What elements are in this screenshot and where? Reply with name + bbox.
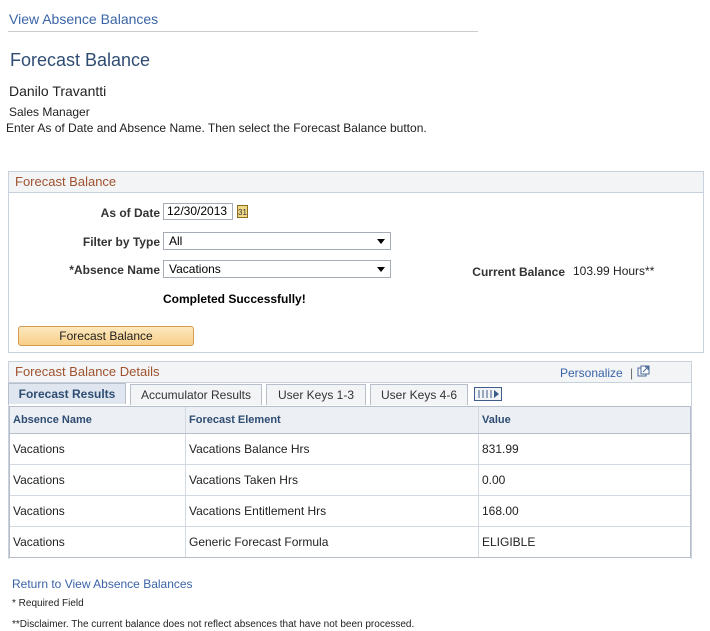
absence-name-value: Vacations xyxy=(169,262,221,276)
forecast-element-cell: Vacations Taken Hrs xyxy=(186,465,479,495)
forecast-element-cell: Vacations Entitlement Hrs xyxy=(186,496,479,526)
table-row: Vacations Vacations Balance Hrs 831.99 xyxy=(10,434,690,465)
column-header-value: Value xyxy=(482,414,511,426)
page-title: Forecast Balance xyxy=(10,50,151,70)
tab-accumulator-results[interactable]: Accumulator Results xyxy=(130,384,262,405)
disclaimer-text: **Disclaimer. The current balance does n… xyxy=(12,619,415,630)
tab-user-keys-4-6[interactable]: User Keys 4-6 xyxy=(370,384,468,405)
forecast-element-cell: Vacations Balance Hrs xyxy=(186,434,479,464)
absence-name-cell: Vacations xyxy=(10,434,186,464)
absence-name-cell: Vacations xyxy=(10,496,186,526)
instructions-text: Enter As of Date and Absence Name. Then … xyxy=(6,121,427,135)
as-of-date-input[interactable] xyxy=(163,203,233,220)
personalize-link[interactable]: Personalize xyxy=(560,366,623,380)
table-row: Vacations Generic Forecast Formula ELIGI… xyxy=(10,527,690,557)
value-cell: 0.00 xyxy=(482,473,506,487)
forecast-element-cell: Generic Forecast Formula xyxy=(186,527,479,557)
as-of-date-label: As of Date xyxy=(100,206,160,220)
column-header-absence-name: Absence Name xyxy=(10,407,186,433)
current-balance-value: 103.99 Hours** xyxy=(573,264,655,278)
forecast-balance-group-header: Forecast Balance xyxy=(9,172,703,193)
filter-by-type-value: All xyxy=(169,234,183,248)
breadcrumb-divider xyxy=(8,31,478,32)
current-balance-label: Current Balance xyxy=(472,265,565,279)
required-field-note: * Required Field xyxy=(12,598,84,609)
breadcrumb-link[interactable]: View Absence Balances xyxy=(9,11,158,27)
employee-job-title: Sales Manager xyxy=(9,105,90,119)
status-message: Completed Successfully! xyxy=(163,292,306,306)
value-cell: ELIGIBLE xyxy=(482,535,536,549)
tab-forecast-results[interactable]: Forecast Results xyxy=(8,383,126,404)
dropdown-arrow-icon xyxy=(377,239,385,244)
column-header-forecast-element: Forecast Element xyxy=(186,407,479,433)
filter-by-type-select[interactable]: All xyxy=(163,232,391,250)
value-cell: 168.00 xyxy=(482,504,519,518)
absence-name-cell: Vacations xyxy=(10,465,186,495)
filter-by-type-label: Filter by Type xyxy=(82,235,160,249)
absence-name-cell: Vacations xyxy=(10,527,186,557)
new-window-icon[interactable] xyxy=(637,365,650,377)
table-row: Vacations Vacations Taken Hrs 0.00 xyxy=(10,465,690,496)
absence-name-label: *Absence Name xyxy=(69,263,160,277)
show-all-columns-icon[interactable] xyxy=(474,387,502,401)
calendar-icon[interactable]: 31 xyxy=(237,205,248,218)
absence-name-select[interactable]: Vacations xyxy=(163,260,391,278)
value-cell: 831.99 xyxy=(482,442,519,456)
forecast-balance-button[interactable]: Forecast Balance xyxy=(18,326,194,346)
grid-header-row: Absence Name Forecast Element Value xyxy=(10,407,690,434)
dropdown-arrow-icon xyxy=(377,267,385,272)
employee-name: Danilo Travantti xyxy=(9,83,107,99)
separator-bar: | xyxy=(630,366,634,380)
table-row: Vacations Vacations Entitlement Hrs 168.… xyxy=(10,496,690,527)
forecast-results-grid: Absence Name Forecast Element Value Vaca… xyxy=(9,406,691,558)
return-link[interactable]: Return to View Absence Balances xyxy=(12,577,193,591)
tab-user-keys-1-3[interactable]: User Keys 1-3 xyxy=(266,384,366,405)
